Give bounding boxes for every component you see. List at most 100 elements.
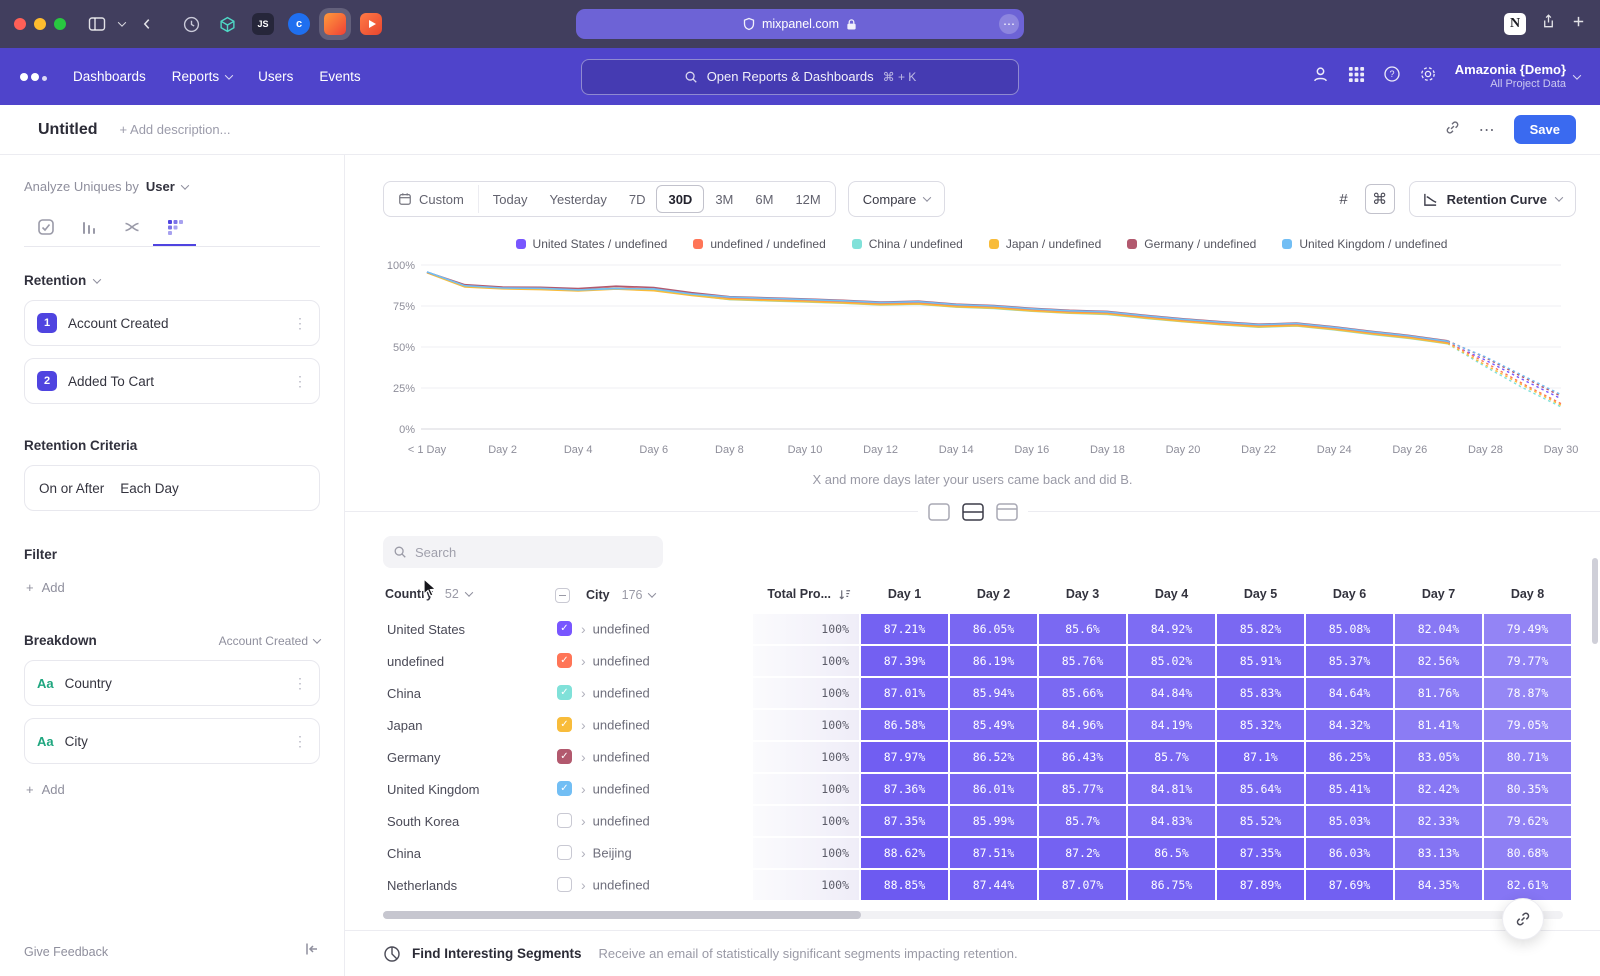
retention-cell[interactable]: 82.56% [1395, 646, 1482, 676]
retention-cell[interactable]: 82.42% [1395, 774, 1482, 804]
col-day-1[interactable]: Day 1 [861, 576, 948, 612]
col-day-5[interactable]: Day 5 [1217, 576, 1304, 612]
retention-cell[interactable]: 85.6% [1039, 614, 1126, 644]
retention-cell[interactable]: 82.04% [1395, 614, 1482, 644]
retention-cell[interactable]: 85.41% [1306, 774, 1393, 804]
global-search[interactable]: Open Reports & Dashboards ⌘ + K [581, 59, 1019, 95]
expand-row-icon[interactable]: › [581, 845, 586, 861]
daterange-custom[interactable]: Custom [387, 185, 479, 213]
criteria-value-dropdown[interactable]: Each Day [120, 481, 179, 496]
retention-cell[interactable]: 80.35% [1484, 774, 1571, 804]
nav-events[interactable]: Events [319, 69, 360, 84]
breakdown-city[interactable]: Aa City ⋮ [24, 718, 320, 764]
window-close-button[interactable] [14, 18, 26, 30]
retention-cell[interactable]: 86.58% [861, 710, 948, 740]
add-description-field[interactable]: + Add description... [120, 122, 231, 137]
daterange-today[interactable]: Today [482, 185, 539, 213]
kebab-menu-icon[interactable]: ⋮ [293, 675, 307, 692]
notion-extension-icon[interactable]: N [1504, 13, 1526, 35]
nav-reports[interactable]: Reports [172, 69, 232, 84]
tab-favicon-video-icon[interactable] [360, 13, 382, 35]
split-view-icon[interactable] [962, 503, 984, 521]
url-more-icon[interactable]: ⋯ [999, 14, 1019, 34]
breakdown-scope-dropdown[interactable]: Account Created [219, 634, 320, 648]
retention-cell[interactable]: 87.44% [950, 870, 1037, 900]
retention-cell[interactable]: 85.91% [1217, 646, 1304, 676]
retention-cell[interactable]: 87.36% [861, 774, 948, 804]
daterange-3m[interactable]: 3M [704, 185, 744, 213]
legend-item[interactable]: Japan / undefined [989, 237, 1101, 251]
retention-cell[interactable]: 84.81% [1128, 774, 1215, 804]
browser-sidebar-toggle-icon[interactable] [84, 11, 110, 37]
legend-item[interactable]: United States / undefined [516, 237, 668, 251]
retention-cell[interactable]: 84.92% [1128, 614, 1215, 644]
expand-row-icon[interactable]: › [581, 653, 586, 669]
retention-cell[interactable]: 84.96% [1039, 710, 1126, 740]
chart-only-view-icon[interactable] [928, 503, 950, 521]
retention-cell[interactable]: 88.62% [861, 838, 948, 868]
col-day-7[interactable]: Day 7 [1395, 576, 1482, 612]
compare-button[interactable]: Compare [848, 181, 945, 217]
retention-cell[interactable]: 84.64% [1306, 678, 1393, 708]
daterange-12m[interactable]: 12M [784, 185, 831, 213]
retention-step-2[interactable]: 2 Added To Cart ⋮ [24, 358, 320, 404]
share-icon[interactable] [1540, 13, 1557, 35]
retention-cell[interactable]: 86.52% [950, 742, 1037, 772]
row-checkbox[interactable] [557, 845, 572, 860]
table-search[interactable] [383, 536, 663, 568]
expand-row-icon[interactable]: › [581, 717, 586, 733]
retention-cell[interactable]: 83.13% [1395, 838, 1482, 868]
retention-cell[interactable]: 87.69% [1306, 870, 1393, 900]
daterange-yesterday[interactable]: Yesterday [539, 185, 618, 213]
window-zoom-button[interactable] [54, 18, 66, 30]
retention-cell[interactable]: 86.01% [950, 774, 1037, 804]
row-checkbox[interactable]: ✓ [557, 685, 572, 700]
page-title[interactable]: Untitled [38, 121, 98, 139]
collapse-sidebar-icon[interactable] [304, 941, 320, 962]
retention-cell[interactable]: 79.62% [1484, 806, 1571, 836]
retention-cell[interactable]: 85.32% [1217, 710, 1304, 740]
retention-cell[interactable]: 85.02% [1128, 646, 1215, 676]
daterange-7d[interactable]: 7D [618, 185, 657, 213]
nav-dashboards[interactable]: Dashboards [73, 69, 146, 84]
segments-title[interactable]: Find Interesting Segments [412, 946, 582, 961]
session-replay-icon[interactable] [1311, 65, 1330, 89]
retention-cell[interactable]: 87.35% [1217, 838, 1304, 868]
analyze-entity-dropdown[interactable]: User [146, 179, 175, 194]
criteria-condition-dropdown[interactable]: On or After [39, 481, 104, 496]
retention-cell[interactable]: 85.7% [1128, 742, 1215, 772]
tab-favicon-history-icon[interactable] [180, 13, 202, 35]
tab-funnels[interactable] [67, 210, 110, 246]
retention-cell[interactable]: 85.49% [950, 710, 1037, 740]
retention-cell[interactable]: 86.19% [950, 646, 1037, 676]
retention-cell[interactable]: 78.87% [1484, 678, 1571, 708]
vertical-scrollbar[interactable] [1592, 558, 1598, 644]
expand-row-icon[interactable]: › [581, 877, 586, 893]
search-input[interactable] [415, 545, 653, 560]
chart-type-dropdown[interactable]: Retention Curve [1409, 181, 1576, 217]
expand-row-icon[interactable]: › [581, 621, 586, 637]
project-switcher[interactable]: Amazonia {Demo} All Project Data [1455, 62, 1580, 92]
retention-cell[interactable]: 87.39% [861, 646, 948, 676]
retention-cell[interactable]: 87.21% [861, 614, 948, 644]
retention-cell[interactable]: 83.05% [1395, 742, 1482, 772]
retention-cell[interactable]: 86.5% [1128, 838, 1215, 868]
tab-favicon-js-icon[interactable]: JS [252, 13, 274, 35]
retention-cell[interactable]: 87.97% [861, 742, 948, 772]
share-link-floating-button[interactable] [1502, 898, 1544, 940]
horizontal-scrollbar[interactable] [383, 911, 1563, 919]
retention-cell[interactable]: 85.64% [1217, 774, 1304, 804]
col-day-3[interactable]: Day 3 [1039, 576, 1126, 612]
retention-cell[interactable]: 86.75% [1128, 870, 1215, 900]
breakdown-country[interactable]: Aa Country ⋮ [24, 660, 320, 706]
keyboard-shortcuts-icon[interactable]: ⌘ [1365, 184, 1395, 214]
expand-row-icon[interactable]: › [581, 781, 586, 797]
retention-cell[interactable]: 85.77% [1039, 774, 1126, 804]
retention-cell[interactable]: 86.43% [1039, 742, 1126, 772]
tab-retention[interactable] [153, 210, 196, 246]
retention-cell[interactable]: 80.71% [1484, 742, 1571, 772]
give-feedback-link[interactable]: Give Feedback [24, 945, 108, 959]
retention-cell[interactable]: 85.94% [950, 678, 1037, 708]
retention-cell[interactable]: 84.19% [1128, 710, 1215, 740]
retention-cell[interactable]: 85.83% [1217, 678, 1304, 708]
